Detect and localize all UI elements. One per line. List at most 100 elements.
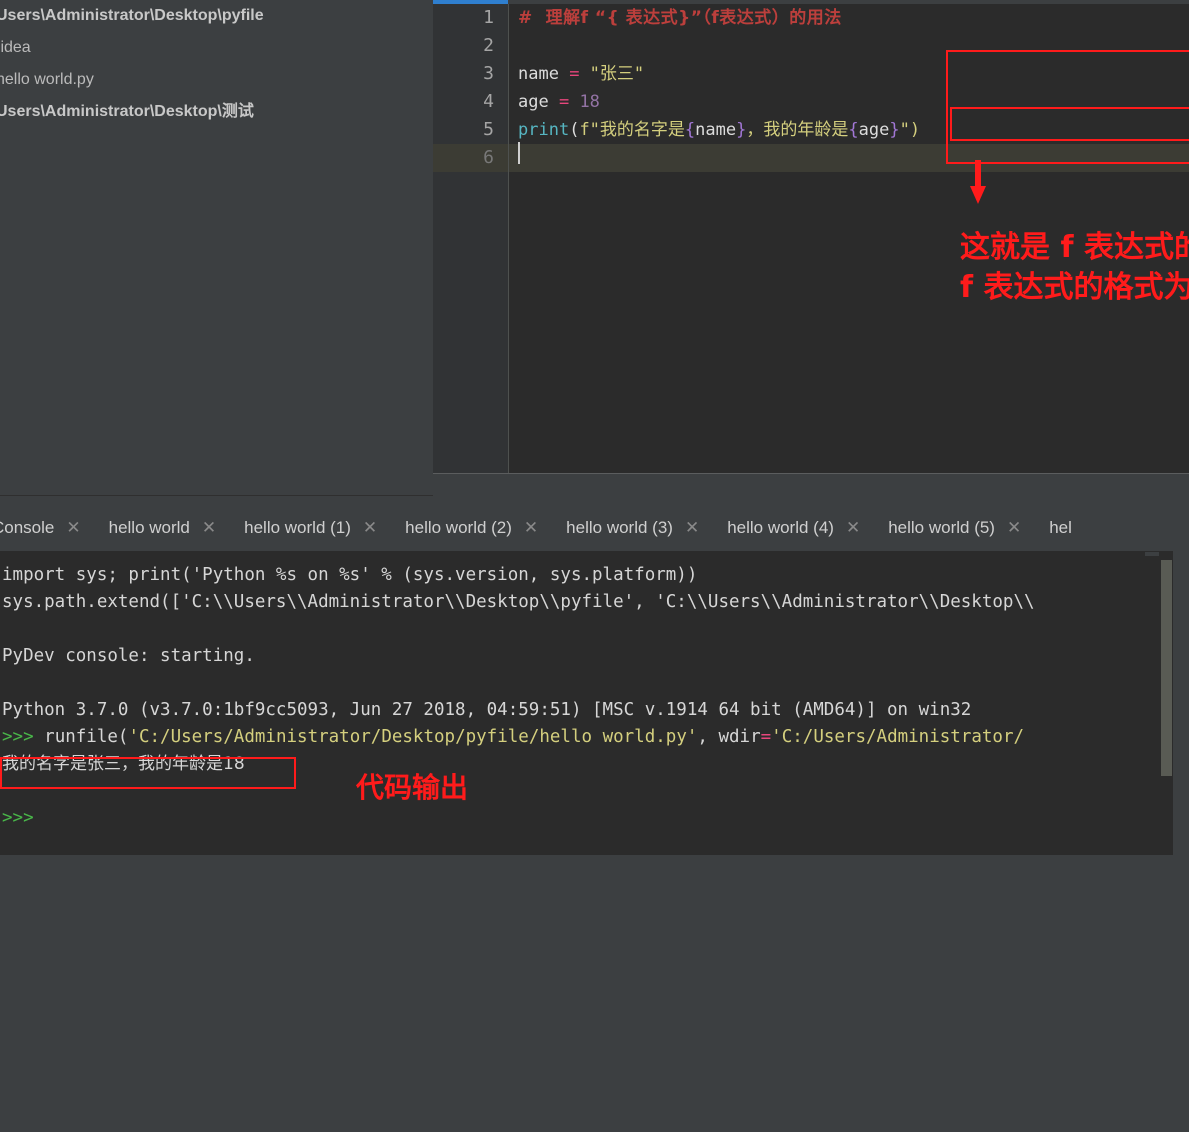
pycharm-window: Users\Administrator\Desktop\pyfile .idea h…: [0, 0, 1189, 855]
code-token: f"我的名字是: [579, 120, 685, 140]
code-token: name: [695, 120, 737, 140]
right-tool-strip[interactable]: [1173, 505, 1189, 855]
editor-bottom-divider: [433, 473, 1189, 474]
code-token: age: [518, 92, 549, 112]
tree-item[interactable]: Users\Administrator\Desktop\pyfile: [0, 0, 433, 32]
console-segment: 'C:/Users/Administrator/: [771, 727, 1025, 747]
line-number[interactable]: 3: [433, 60, 508, 88]
annotation-output-label: 代码输出: [356, 771, 469, 804]
editor-bottom-strip: [433, 473, 1189, 505]
code-line[interactable]: [509, 144, 1189, 172]
code-line[interactable]: # 理解f “{ 表达式}”（f表达式）的用法: [509, 4, 1189, 32]
code-token: ": [899, 120, 910, 140]
console-segment: runfile(: [44, 727, 129, 747]
console-tab[interactable]: hello world (4) ✕: [713, 505, 874, 551]
console-tab[interactable]: hello world ✕: [95, 505, 231, 551]
project-file-tree[interactable]: Users\Administrator\Desktop\pyfile .idea h…: [0, 0, 433, 495]
console-tab-label: hello world (5): [888, 518, 995, 537]
console-segment: >>>: [2, 808, 34, 828]
tree-item-label: Users\Administrator\Desktop\pyfile: [0, 7, 264, 24]
code-line[interactable]: [509, 32, 1189, 60]
close-icon[interactable]: ✕: [363, 518, 377, 537]
code-token: 18: [579, 92, 600, 112]
close-icon[interactable]: ✕: [202, 518, 216, 537]
line-number[interactable]: 5: [433, 116, 508, 144]
tree-item[interactable]: hello world.py: [0, 64, 433, 96]
code-line[interactable]: name = "张三": [509, 60, 1189, 88]
code-token: =: [558, 64, 590, 84]
tree-item[interactable]: Users\Administrator\Desktop\测试: [0, 96, 433, 128]
tree-item-label: .idea: [0, 39, 31, 56]
code-editor[interactable]: 123456 # 理解f “{ 表达式}”（f表达式）的用法 name = "张…: [433, 0, 1189, 473]
code-token: }: [736, 120, 747, 140]
console-segment: >>>: [2, 727, 45, 747]
console-line: Python 3.7.0 (v3.7.0:1bf9cc5093, Jun 27 …: [0, 697, 1160, 724]
console-line: >>>: [0, 805, 1160, 832]
console-segment: 我的名字是张三，我的年龄是18: [2, 754, 245, 774]
console-tab-label: hello world (3): [566, 518, 673, 537]
console-output-text: import sys; print('Python %s on %s' % (s…: [0, 552, 1160, 832]
editor-gutter[interactable]: 123456: [433, 4, 508, 473]
console-tab[interactable]: hello world (2) ✕: [391, 505, 552, 551]
code-token: (: [569, 120, 580, 140]
line-number[interactable]: 1: [433, 4, 508, 32]
annotation-text-block: 这就是 f 表达式的用法 f 表达式的格式为 f“{表达式}”: [960, 228, 1189, 308]
console-segment: PyDev console: starting.: [2, 646, 255, 666]
console-tab[interactable]: hel: [1035, 505, 1098, 551]
console-vertical-scrollbar[interactable]: [1159, 552, 1173, 855]
close-icon[interactable]: ✕: [524, 518, 538, 537]
line-number[interactable]: 4: [433, 88, 508, 116]
console-segment: =: [760, 727, 772, 747]
console-output-panel[interactable]: import sys; print('Python %s on %s' % (s…: [0, 552, 1189, 855]
line-number[interactable]: 2: [433, 32, 508, 60]
console-line: 我的名字是张三，我的年龄是18: [0, 751, 1160, 778]
close-icon[interactable]: ✕: [66, 518, 80, 537]
tree-item-label: Users\Administrator\Desktop\测试: [0, 103, 254, 120]
console-tab-label: hello world (1): [244, 518, 351, 537]
console-segment: 'C:/Users/Administrator/Desktop/pyfile/h…: [128, 727, 698, 747]
annotation-arrow-icon: [970, 160, 986, 204]
console-tab[interactable]: hello world (1) ✕: [230, 505, 391, 551]
console-tab[interactable]: hello world (3) ✕: [552, 505, 713, 551]
close-icon[interactable]: ✕: [846, 518, 860, 537]
annotation-line-1: 这就是 f 表达式的用法: [960, 230, 1189, 265]
annotation-line-2: f 表达式的格式为 f“{表达式}”: [960, 270, 1189, 305]
project-tree-list: Users\Administrator\Desktop\pyfile .idea h…: [0, 0, 433, 128]
line-number[interactable]: 6: [433, 144, 508, 172]
console-segment: sys.path.extend(['C:\\Users\\Administrat…: [2, 592, 1035, 612]
code-token: {: [684, 120, 696, 140]
code-token: name: [518, 64, 559, 84]
code-token: print: [518, 120, 570, 140]
close-icon[interactable]: ✕: [685, 518, 699, 537]
scrollbar-thumb[interactable]: [1161, 560, 1172, 776]
console-line: import sys; print('Python %s on %s' % (s…: [0, 562, 1160, 589]
code-token: ): [909, 120, 921, 140]
console-tab[interactable]: hello world (5) ✕: [874, 505, 1035, 551]
tree-item[interactable]: .idea: [0, 32, 433, 64]
close-icon[interactable]: ✕: [1007, 518, 1021, 537]
code-token: }: [889, 120, 900, 140]
console-segment: import sys; print('Python %s on %s' % (s…: [2, 565, 698, 585]
code-token: =: [548, 92, 580, 112]
text-caret: [518, 142, 520, 164]
console-segment: Python 3.7.0 (v3.7.0:1bf9cc5093, Jun 27 …: [2, 700, 972, 720]
code-token: # 理解f “{ 表达式}”（f表达式）的用法: [518, 8, 842, 28]
code-token: "张三": [589, 64, 645, 84]
console-segment: , wdir: [697, 727, 761, 747]
console-tab-bar[interactable]: Console✕hello world✕hello world (1)✕hell…: [0, 505, 1189, 552]
console-line: PyDev console: starting.: [0, 643, 1160, 670]
console-tab-label: hello world: [108, 518, 190, 537]
console-tab[interactable]: Console ✕: [0, 505, 95, 551]
console-tab-label: hel: [1049, 518, 1072, 537]
code-line[interactable]: print(f"我的名字是{name}，我的年龄是{age}"): [509, 116, 1189, 144]
console-line: sys.path.extend(['C:\\Users\\Administrat…: [0, 589, 1160, 616]
console-tab-label: hello world (2): [405, 518, 512, 537]
console-line: >>> runfile('C:/Users/Administrator/Desk…: [0, 724, 1160, 751]
tree-item-label: hello world.py: [0, 71, 94, 88]
console-scroll-track-cap: [1145, 552, 1159, 556]
project-pane-bottom-strip: [0, 496, 433, 505]
code-line[interactable]: age = 18: [509, 88, 1189, 116]
